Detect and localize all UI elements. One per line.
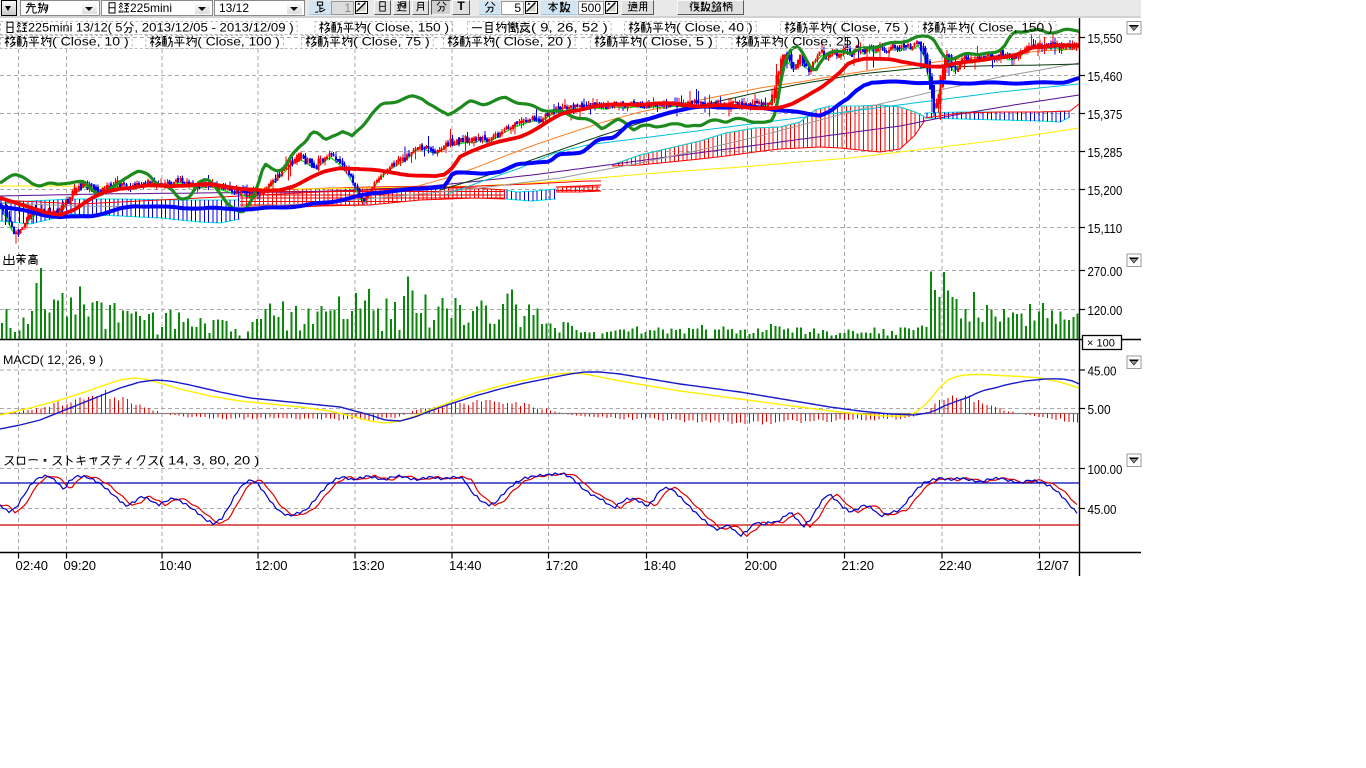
svg-text:( Close, 25 ): ( Close, 25 )	[784, 35, 861, 49]
svg-text:13:20: 13:20	[352, 558, 385, 573]
svg-text:( Close, 100 ): ( Close, 100 )	[197, 35, 280, 49]
svg-text:( Close, 10 ): ( Close, 10 )	[52, 35, 129, 49]
svg-text:MACD( 12, 26, 9 ): MACD( 12, 26, 9 )	[3, 353, 103, 367]
svg-text:15,200: 15,200	[1088, 184, 1123, 198]
svg-text:15,550: 15,550	[1088, 32, 1123, 46]
svg-text:12/07: 12/07	[1037, 558, 1070, 573]
svg-text:( 9, 26, 52 ): ( 9, 26, 52 )	[531, 21, 608, 35]
svg-text:21:20: 21:20	[842, 558, 875, 573]
svg-text:× 100: × 100	[1087, 338, 1115, 350]
svg-text:15,285: 15,285	[1088, 146, 1123, 160]
svg-text:09:20: 09:20	[64, 558, 97, 573]
svg-text:02:40: 02:40	[16, 558, 49, 573]
svg-text:15,460: 15,460	[1088, 70, 1123, 84]
svg-text:( Close, 75 ): ( Close, 75 )	[832, 21, 909, 35]
svg-text:5.00: 5.00	[1088, 403, 1111, 417]
svg-text:( Close, 5 ): ( Close, 5 )	[642, 35, 713, 49]
svg-text:15,375: 15,375	[1088, 108, 1123, 122]
svg-text:120.00: 120.00	[1088, 304, 1123, 318]
svg-text:10:40: 10:40	[159, 558, 192, 573]
svg-text:270.00: 270.00	[1088, 265, 1123, 279]
svg-text:( Close, 150 ): ( Close, 150 )	[970, 21, 1053, 35]
svg-text:( 14, 3, 80, 20 ): ( 14, 3, 80, 20 )	[159, 454, 259, 468]
svg-text:( Close, 150 ): ( Close, 150 )	[367, 21, 450, 35]
svg-text:45.00: 45.00	[1088, 365, 1117, 379]
svg-text:15,110: 15,110	[1088, 222, 1123, 236]
svg-text:, 2013/12/05 - 2013/12/09 ): , 2013/12/05 - 2013/12/09 )	[134, 21, 293, 35]
svg-text:20:00: 20:00	[745, 558, 778, 573]
svg-text:18:40: 18:40	[644, 558, 677, 573]
svg-text:22:40: 22:40	[939, 558, 972, 573]
svg-text:12:00: 12:00	[255, 558, 288, 573]
svg-text:100.00: 100.00	[1088, 463, 1123, 477]
svg-text:( Close, 75 ): ( Close, 75 )	[353, 35, 430, 49]
svg-text:225mini 13/12( 5: 225mini 13/12( 5	[28, 21, 123, 35]
svg-text:17:20: 17:20	[546, 558, 579, 573]
svg-text:14:40: 14:40	[449, 558, 482, 573]
svg-text:45.00: 45.00	[1088, 503, 1117, 517]
svg-text:( Close, 40 ): ( Close, 40 )	[676, 21, 753, 35]
svg-text:( Close, 20 ): ( Close, 20 )	[495, 35, 572, 49]
